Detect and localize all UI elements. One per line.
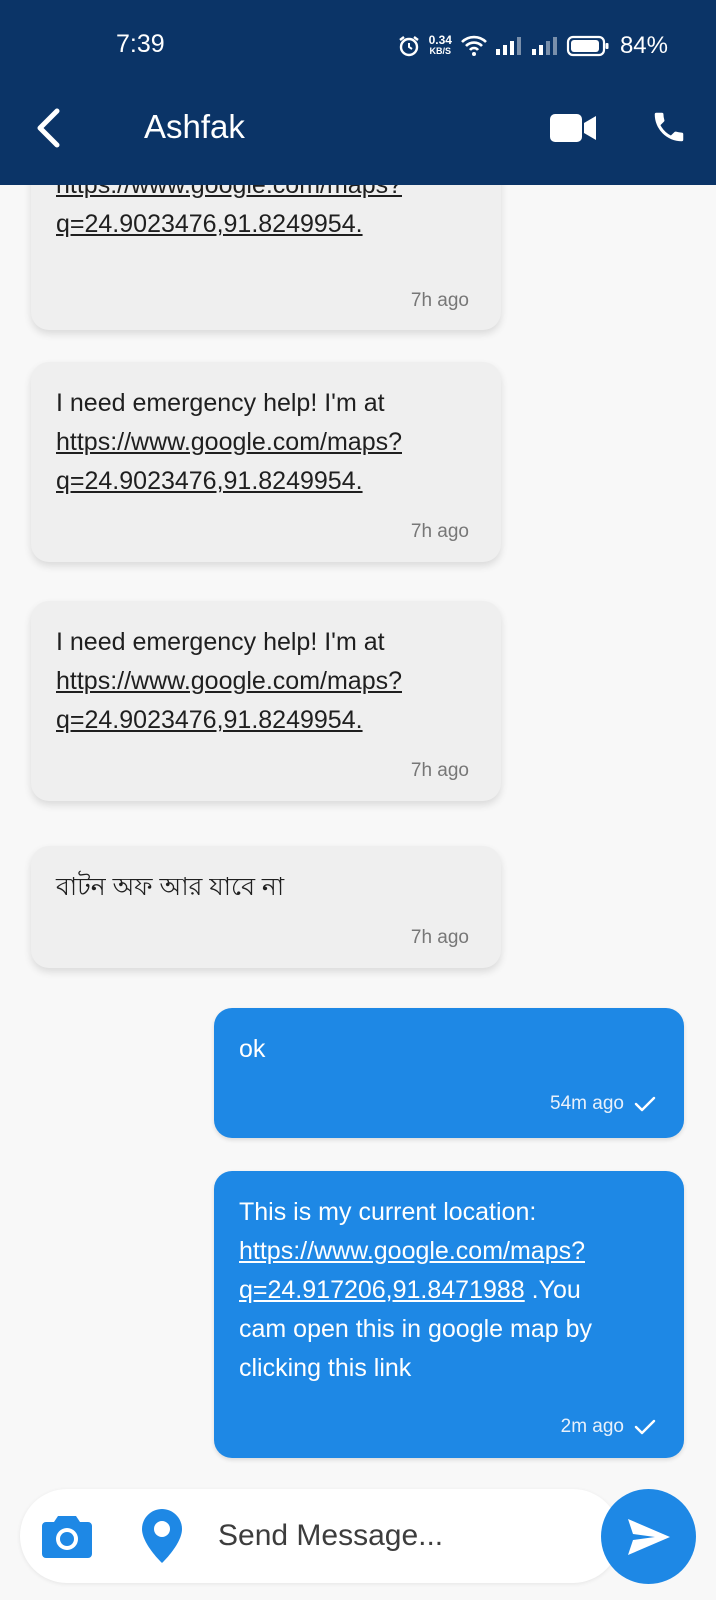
message-link[interactable]: q=24.917206,91.8471988 (239, 1276, 525, 1304)
message-list[interactable]: https://www.google.com/maps? q=24.902347… (0, 185, 716, 1480)
message-link[interactable]: https://www.google.com/maps? (56, 185, 469, 205)
message-bubble-incoming[interactable]: I need emergency help! I'm at https://ww… (31, 362, 501, 562)
message-bubble-outgoing[interactable]: This is my current location: https://www… (214, 1171, 684, 1458)
camera-button[interactable] (42, 1512, 92, 1558)
message-text: I need emergency help! I'm at (56, 389, 385, 417)
message-link[interactable]: https://www.google.com/maps? (56, 423, 469, 462)
net-speed: 0.34 KB/S (428, 33, 452, 56)
message-text: This is my current location: (239, 1198, 537, 1226)
location-button[interactable] (140, 1507, 184, 1565)
message-link[interactable]: q=24.9023476,91.8249954. (56, 462, 469, 501)
send-icon (627, 1518, 670, 1555)
message-text: ok (239, 1035, 266, 1063)
wifi-icon (461, 35, 487, 56)
message-timestamp: 7h ago (410, 290, 469, 311)
read-check-icon (634, 1419, 656, 1434)
battery-percent: 84% (619, 32, 668, 59)
message-text: .You (524, 1276, 581, 1304)
signal-icon (495, 37, 521, 55)
status-icons: 0.34 KB/S 84% (397, 30, 668, 62)
message-text: clicking this link (239, 1354, 412, 1382)
location-pin-icon (142, 1509, 182, 1563)
alarm-icon (398, 36, 419, 57)
message-bubble-incoming[interactable]: বাটন অফ আর যাবে না 7h ago (31, 846, 501, 968)
message-link[interactable]: q=24.9023476,91.8249954. (56, 701, 469, 740)
app-bar: 7:39 0.34 KB/S 84% Ashfak (0, 0, 716, 185)
phone-icon (654, 112, 684, 142)
message-text: I need emergency help! I'm at (56, 628, 385, 656)
status-time: 7:39 (116, 30, 165, 58)
signal-icon (531, 37, 557, 55)
message-bubble-incoming[interactable]: https://www.google.com/maps? q=24.902347… (31, 185, 501, 330)
message-composer (20, 1489, 620, 1583)
message-link[interactable]: https://www.google.com/maps? (239, 1237, 585, 1265)
message-timestamp: 7h ago (410, 927, 469, 948)
send-button[interactable] (601, 1489, 696, 1584)
back-icon (37, 108, 60, 148)
video-call-button[interactable] (548, 108, 598, 148)
message-link[interactable]: q=24.9023476,91.8249954. (56, 205, 469, 244)
message-link[interactable]: https://www.google.com/maps? (56, 662, 469, 701)
message-timestamp: 2m ago (560, 1416, 624, 1437)
message-bubble-outgoing[interactable]: ok 54m ago (214, 1008, 684, 1138)
video-camera-icon (550, 114, 596, 142)
message-bubble-incoming[interactable]: I need emergency help! I'm at https://ww… (31, 601, 501, 801)
battery-icon (566, 35, 609, 57)
message-text: cam open this in google map by (239, 1315, 592, 1343)
camera-icon (42, 1516, 92, 1558)
voice-call-button[interactable] (646, 104, 692, 150)
message-timestamp: 7h ago (410, 760, 469, 781)
back-button[interactable] (28, 103, 68, 153)
message-timestamp: 54m ago (550, 1093, 624, 1114)
message-input[interactable] (218, 1511, 608, 1561)
contact-name: Ashfak (144, 108, 245, 145)
message-timestamp: 7h ago (410, 521, 469, 542)
message-text: বাটন অফ আর যাবে না (56, 873, 285, 901)
read-check-icon (634, 1096, 656, 1111)
